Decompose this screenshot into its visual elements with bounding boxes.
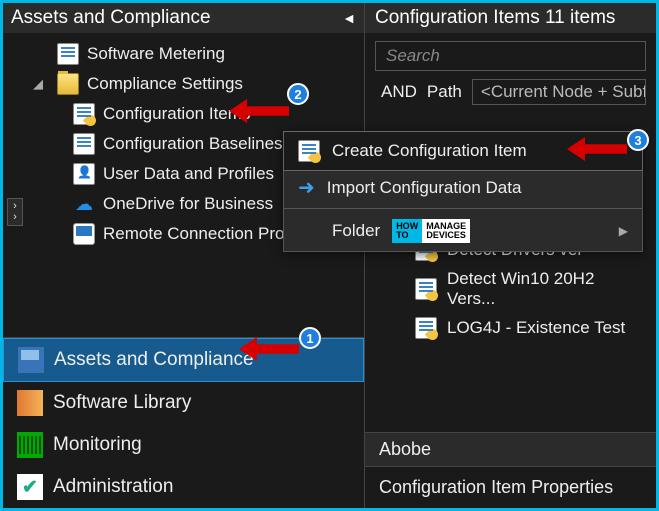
doc-icon: [57, 43, 79, 65]
collapse-left-icon[interactable]: ◄: [342, 10, 356, 26]
menu-separator: [284, 208, 642, 209]
monitor-icon: [73, 223, 95, 245]
config-item-icon: [298, 140, 320, 162]
nav-label: Software Library: [53, 392, 191, 414]
assets-icon: [18, 347, 44, 373]
config-item-icon: [415, 278, 437, 300]
watermark-logo: HOWTO MANAGE DEVICES: [392, 219, 470, 243]
properties-title: Configuration Item Properties: [379, 477, 613, 497]
tree-label: Software Metering: [87, 44, 225, 64]
section-title: Abobe: [379, 439, 431, 459]
onedrive-icon: ☁: [73, 193, 95, 215]
monitoring-icon: [17, 432, 43, 458]
filter-row: AND Path <Current Node + Subfo: [365, 77, 656, 111]
list-item[interactable]: LOG4J - Existence Test: [365, 313, 656, 343]
left-panel-header: Assets and Compliance ◄: [3, 3, 364, 33]
search-input[interactable]: Search: [375, 41, 646, 71]
workspace-nav: Assets and Compliance Software Library M…: [3, 338, 364, 508]
config-item-icon: [73, 103, 95, 125]
filter-path-label: Path: [427, 82, 462, 102]
filter-and-label: AND: [381, 82, 417, 102]
annotation-badge-2: 2: [287, 83, 309, 105]
nav-label: Assets and Compliance: [54, 349, 254, 371]
right-panel-title: Configuration Items 11 items: [375, 7, 615, 28]
menu-label: Folder: [332, 221, 380, 241]
list-item[interactable]: Detect Win10 20H2 Vers...: [365, 265, 656, 313]
user-icon: [73, 163, 95, 185]
menu-label: Import Configuration Data: [327, 178, 522, 198]
config-item-icon: [415, 317, 437, 339]
import-arrow-icon: ➜: [298, 178, 315, 198]
annotation-badge-3: 3: [627, 129, 649, 151]
list-label: LOG4J - Existence Test: [447, 318, 625, 338]
administration-icon: [17, 474, 43, 500]
nav-monitoring[interactable]: Monitoring: [3, 424, 364, 466]
watermark-part: HOWTO: [392, 219, 422, 243]
context-menu: Create Configuration Item ➜ Import Confi…: [283, 131, 643, 252]
baseline-icon: [73, 133, 95, 155]
nav-label: Administration: [53, 476, 173, 498]
nav-administration[interactable]: Administration: [3, 466, 364, 508]
annotation-badge-1: 1: [299, 327, 321, 349]
nav-label: Monitoring: [53, 434, 142, 456]
folder-icon: [57, 73, 79, 95]
chevron-right-icon: ›: [13, 212, 17, 223]
tree-label: Configuration Baselines: [103, 134, 283, 154]
details-section-header: Abobe: [365, 432, 656, 467]
tree-label: OneDrive for Business: [103, 194, 273, 214]
left-panel-title: Assets and Compliance: [11, 7, 211, 29]
nav-software-library[interactable]: Software Library: [3, 382, 364, 424]
tree-item-compliance-settings[interactable]: ◢ Compliance Settings: [3, 69, 364, 99]
tree-item-configuration-items[interactable]: Configuration Items: [3, 99, 364, 129]
filter-value-box[interactable]: <Current Node + Subfo: [472, 79, 646, 105]
watermark-part: MANAGE DEVICES: [422, 219, 470, 243]
menu-label: Create Configuration Item: [332, 141, 527, 161]
menu-import-config-data[interactable]: ➜ Import Configuration Data: [284, 170, 642, 206]
submenu-arrow-icon: ▶: [619, 224, 628, 238]
library-icon: [17, 390, 43, 416]
tree-label: Remote Connection Profile: [103, 224, 306, 244]
right-panel-header: Configuration Items 11 items: [365, 3, 656, 33]
menu-create-config-item[interactable]: Create Configuration Item: [284, 132, 642, 170]
tree-item-software-metering[interactable]: Software Metering: [3, 39, 364, 69]
tree-label: Compliance Settings: [87, 74, 243, 94]
tree-label: Configuration Items: [103, 104, 250, 124]
properties-header: Configuration Item Properties: [365, 467, 656, 508]
list-label: Detect Win10 20H2 Vers...: [447, 269, 646, 309]
menu-folder[interactable]: Folder HOWTO MANAGE DEVICES ▶: [284, 211, 642, 251]
expand-ribbon-handle[interactable]: › ›: [7, 198, 23, 226]
collapse-icon[interactable]: ◢: [33, 76, 43, 92]
tree-label: User Data and Profiles: [103, 164, 274, 184]
watermark-text: DEVICES: [426, 231, 466, 240]
